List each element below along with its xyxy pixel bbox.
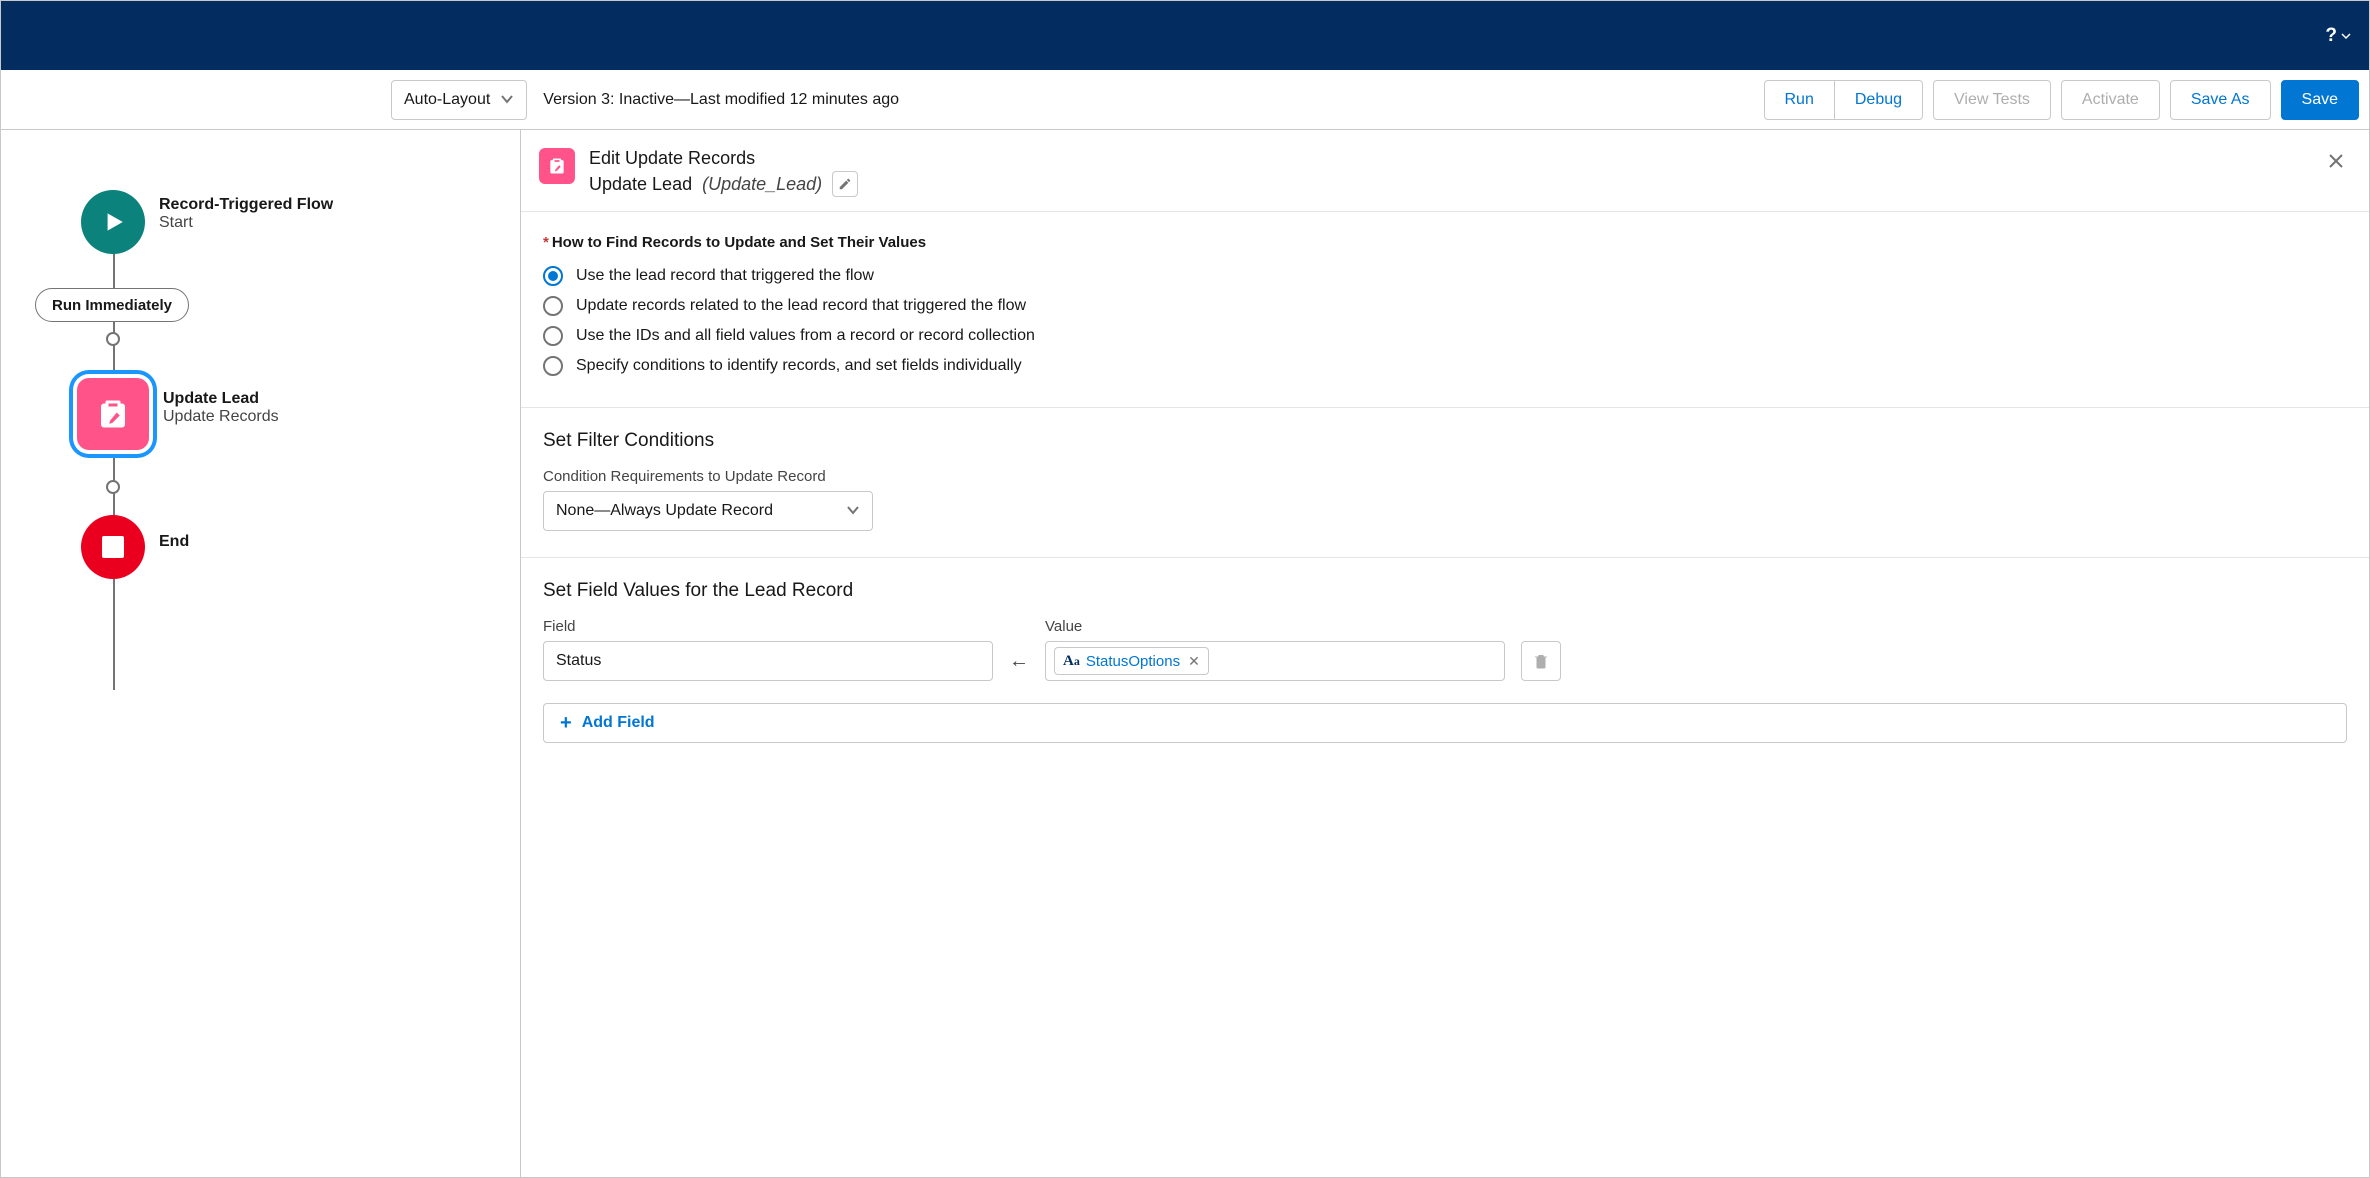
value-column-label: Value [1045, 618, 1505, 635]
panel-header: Edit Update Records Update Lead (Update_… [521, 130, 2369, 212]
select-value: None—Always Update Record [556, 502, 773, 520]
save-as-button[interactable]: Save As [2170, 80, 2271, 120]
start-node-title: Record-Triggered Flow [159, 196, 333, 214]
debug-button[interactable]: Debug [1835, 80, 1923, 120]
chevron-down-icon [500, 91, 514, 109]
radio-label: Specify conditions to identify records, … [576, 357, 1022, 375]
value-picker[interactable]: Aa StatusOptions ✕ [1045, 641, 1505, 681]
update-records-icon [77, 378, 149, 450]
update-node-sub: Update Records [163, 408, 279, 426]
update-records-node[interactable]: Update Lead Update Records [77, 378, 279, 450]
radio-option-related-records[interactable]: Update records related to the lead recor… [543, 291, 2347, 321]
token-label: StatusOptions [1086, 653, 1180, 670]
close-panel-button[interactable] [2323, 148, 2349, 178]
run-debug-group: Run Debug [1764, 80, 1924, 120]
property-panel: Edit Update Records Update Lead (Update_… [521, 130, 2369, 1177]
radio-icon [543, 326, 563, 346]
radio-option-record-collection[interactable]: Use the IDs and all field values from a … [543, 321, 2347, 351]
panel-title: Edit Update Records [589, 148, 2309, 169]
radio-option-triggering-record[interactable]: Use the lead record that triggered the f… [543, 261, 2347, 291]
flow-canvas[interactable]: Record-Triggered Flow Start Run Immediat… [1, 130, 521, 1177]
plus-icon: + [560, 712, 572, 735]
chevron-down-icon [2341, 31, 2351, 41]
chevron-down-icon [846, 502, 860, 520]
run-button[interactable]: Run [1764, 80, 1835, 120]
text-resource-icon: Aa [1063, 653, 1080, 670]
end-node[interactable]: End [81, 515, 189, 579]
delete-row-button[interactable] [1521, 641, 1561, 681]
trash-icon [1532, 652, 1550, 670]
start-node[interactable]: Record-Triggered Flow Start [81, 190, 333, 254]
section-heading: Set Filter Conditions [543, 430, 2347, 452]
play-icon [81, 190, 145, 254]
radio-label: Use the lead record that triggered the f… [576, 267, 874, 285]
layout-mode-select[interactable]: Auto-Layout [391, 80, 527, 120]
element-label: Update Lead [589, 174, 692, 195]
field-name-value: Status [556, 652, 601, 670]
layout-mode-label: Auto-Layout [404, 91, 490, 109]
builder-toolbar: Auto-Layout Version 3: Inactive—Last mod… [1, 70, 2369, 130]
add-field-button[interactable]: + Add Field [543, 703, 2347, 743]
global-header: ? [1, 1, 2369, 70]
resource-pill[interactable]: Aa StatusOptions ✕ [1054, 647, 1209, 675]
edit-name-button[interactable] [832, 171, 858, 197]
update-node-title: Update Lead [163, 390, 279, 408]
radio-option-specify-conditions[interactable]: Specify conditions to identify records, … [543, 351, 2347, 381]
help-icon: ? [2325, 25, 2337, 47]
start-node-sub: Start [159, 214, 333, 232]
radio-icon [543, 296, 563, 316]
close-icon [2327, 152, 2345, 170]
add-element-dot[interactable] [106, 332, 120, 346]
field-label: Condition Requirements to Update Record [543, 468, 2347, 485]
field-column-label: Field [543, 618, 993, 635]
section-label: *How to Find Records to Update and Set T… [543, 234, 2347, 251]
condition-requirements-select[interactable]: None—Always Update Record [543, 491, 873, 531]
radio-icon [543, 266, 563, 286]
version-status-text: Version 3: Inactive—Last modified 12 min… [543, 91, 899, 109]
filter-conditions-section: Set Filter Conditions Condition Requirem… [521, 408, 2369, 558]
run-immediately-pill[interactable]: Run Immediately [35, 288, 189, 322]
remove-token-button[interactable]: ✕ [1188, 653, 1200, 670]
view-tests-button: View Tests [1933, 80, 2051, 120]
update-records-icon [539, 148, 575, 184]
set-field-values-section: Set Field Values for the Lead Record Fie… [521, 558, 2369, 769]
save-button[interactable]: Save [2281, 80, 2359, 120]
pencil-icon [838, 177, 852, 191]
help-button[interactable]: ? [2325, 25, 2351, 47]
end-node-title: End [159, 533, 189, 551]
find-records-section: *How to Find Records to Update and Set T… [521, 212, 2369, 408]
radio-label: Use the IDs and all field values from a … [576, 327, 1035, 345]
add-element-dot[interactable] [106, 480, 120, 494]
section-heading: Set Field Values for the Lead Record [543, 580, 2347, 602]
field-picker[interactable]: Status [543, 641, 993, 681]
stop-icon [81, 515, 145, 579]
element-api-name: (Update_Lead) [702, 174, 822, 195]
pill-label: Run Immediately [52, 297, 172, 314]
radio-label: Update records related to the lead recor… [576, 297, 1026, 315]
radio-icon [543, 356, 563, 376]
assignment-arrow-icon: ← [1009, 650, 1029, 681]
add-field-label: Add Field [582, 714, 655, 732]
activate-button: Activate [2061, 80, 2160, 120]
